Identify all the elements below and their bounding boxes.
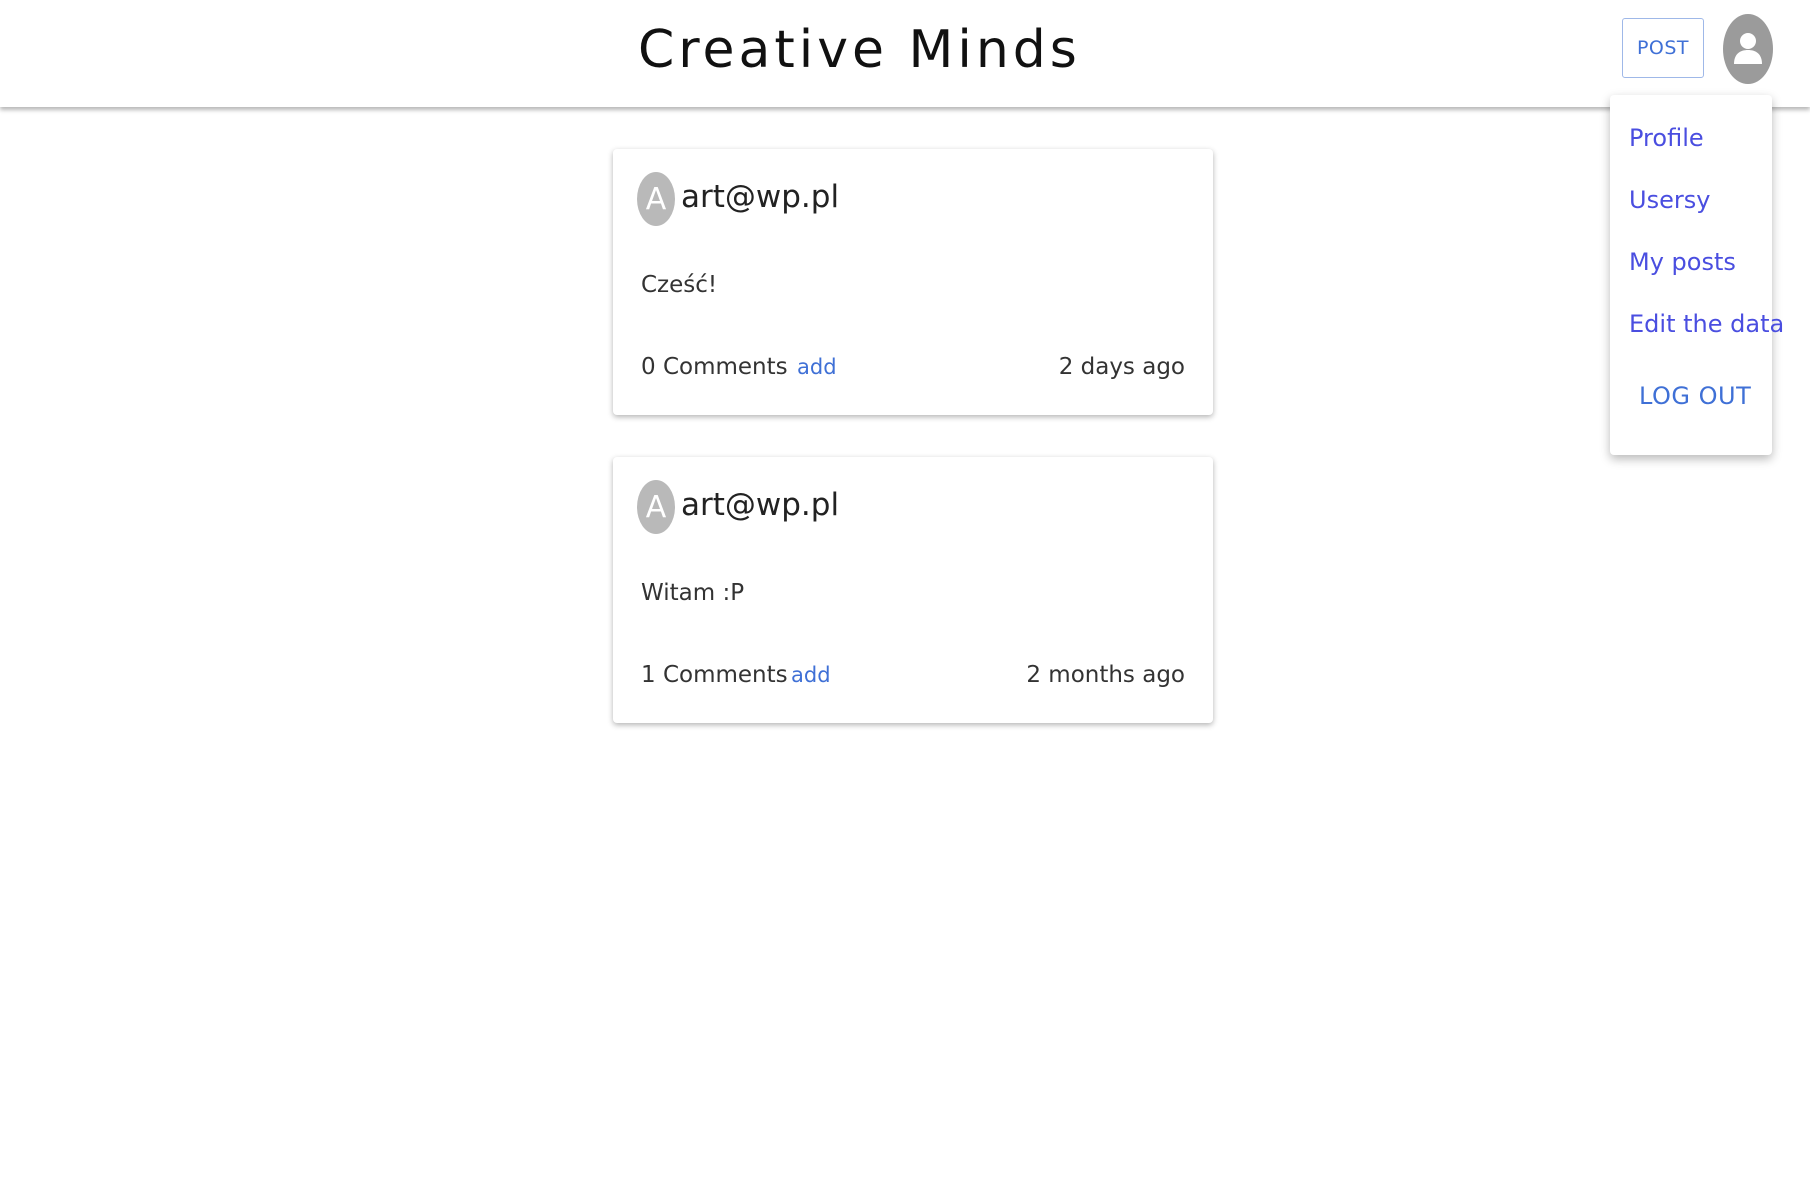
post-author: art@wp.pl xyxy=(681,487,840,523)
app-header: Creative Minds POST xyxy=(0,0,1810,107)
site-title[interactable]: Creative Minds xyxy=(638,18,1077,82)
menu-item-my-posts[interactable]: My posts xyxy=(1629,248,1736,276)
user-dropdown-menu: Profile Usersy My posts Edit the data LO… xyxy=(1610,95,1784,455)
post-timestamp: 2 months ago xyxy=(1026,662,1185,688)
post-content: Cześć! xyxy=(641,272,718,298)
user-avatar-icon xyxy=(1734,33,1762,64)
add-comment-link[interactable]: add xyxy=(797,355,837,379)
menu-item-profile[interactable]: Profile xyxy=(1629,124,1704,152)
user-avatar-button[interactable] xyxy=(1723,14,1773,84)
post-card: A art@wp.pl Cześć! 0 Comments add 2 days… xyxy=(613,149,1213,415)
post-content: Witam :P xyxy=(641,580,745,606)
menu-item-usersy[interactable]: Usersy xyxy=(1629,186,1710,214)
author-avatar: A xyxy=(637,480,675,534)
comments-count[interactable]: 1 Comments xyxy=(641,662,788,688)
post-button[interactable]: POST xyxy=(1622,18,1704,78)
logout-button[interactable]: LOG OUT xyxy=(1639,382,1751,410)
add-comment-link[interactable]: add xyxy=(791,663,831,687)
post-timestamp: 2 days ago xyxy=(1058,354,1185,380)
post-author: art@wp.pl xyxy=(681,179,840,215)
comments-count[interactable]: 0 Comments xyxy=(641,354,788,380)
menu-item-edit-data[interactable]: Edit the data xyxy=(1629,310,1784,338)
post-card: A art@wp.pl Witam :P 1 Comments add 2 mo… xyxy=(613,457,1213,723)
author-avatar: A xyxy=(637,172,675,226)
